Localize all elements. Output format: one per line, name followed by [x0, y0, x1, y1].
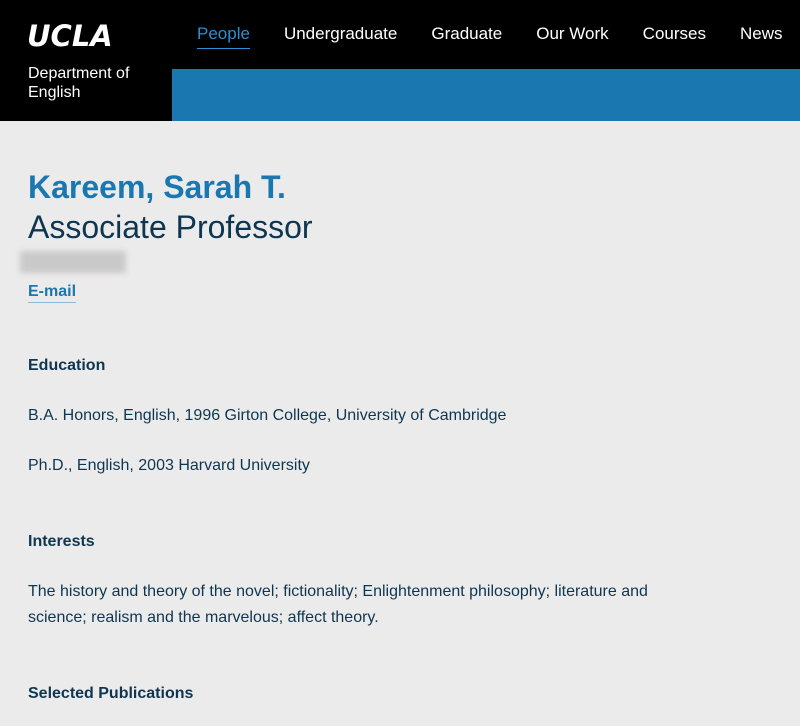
- header-accent-band: [172, 69, 800, 121]
- nav-our-work[interactable]: Our Work: [536, 24, 608, 49]
- brand-block[interactable]: UCLA Department of English: [0, 0, 172, 118]
- profile-name: Kareem, Sarah T.: [28, 169, 286, 205]
- profile-title: Associate Professor: [28, 209, 313, 245]
- education-item: Ph.D., English, 2003 Harvard University: [28, 457, 310, 474]
- interests-text: The history and theory of the novel; fic…: [28, 583, 648, 626]
- nav-graduate[interactable]: Graduate: [431, 24, 502, 49]
- redacted-contact: [20, 251, 126, 273]
- main-nav: People Undergraduate Graduate Our Work C…: [197, 24, 783, 49]
- nav-news[interactable]: News: [740, 24, 783, 49]
- education-item: B.A. Honors, English, 1996 Girton Colleg…: [28, 407, 507, 424]
- email-link[interactable]: E-mail: [28, 282, 77, 303]
- education-heading: Education: [28, 357, 106, 374]
- nav-undergraduate[interactable]: Undergraduate: [284, 24, 397, 49]
- nav-people[interactable]: People: [197, 24, 250, 49]
- department-name[interactable]: Department of English: [28, 64, 168, 102]
- interests-heading: Interests: [28, 533, 95, 550]
- nav-courses[interactable]: Courses: [643, 24, 706, 49]
- publications-heading: Selected Publications: [28, 685, 194, 702]
- site-header: UCLA Department of English People Underg…: [0, 0, 800, 121]
- ucla-logo[interactable]: UCLA: [27, 19, 113, 53]
